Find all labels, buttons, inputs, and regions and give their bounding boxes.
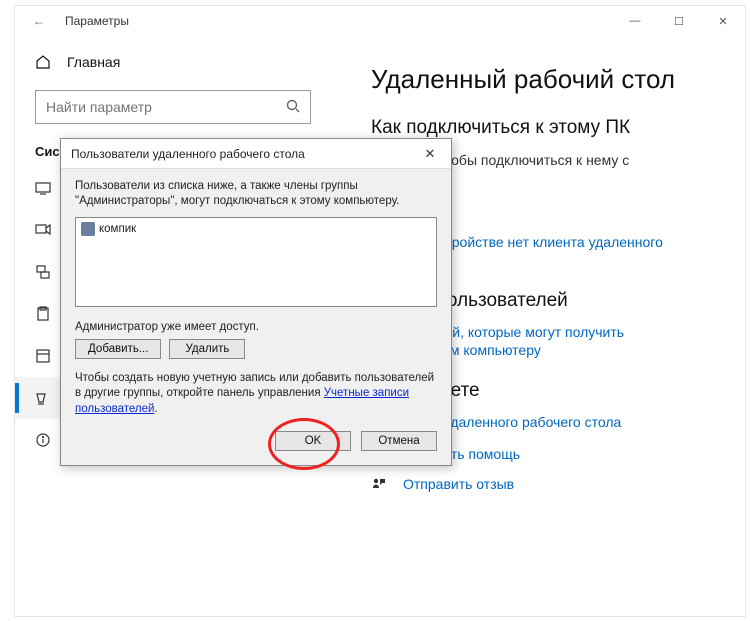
admin-note: Администратор уже имеет доступ. <box>75 321 437 333</box>
remove-button[interactable]: Удалить <box>169 339 245 359</box>
dialog-overlay: Пользователи удаленного рабочего стола ✕… <box>0 0 750 621</box>
dialog-body: Пользователи из списка ниже, а также чле… <box>61 169 451 431</box>
remote-users-dialog: Пользователи удаленного рабочего стола ✕… <box>60 138 452 466</box>
list-item[interactable]: компик <box>79 221 433 237</box>
dialog-close-button[interactable]: ✕ <box>417 144 443 164</box>
user-icon <box>81 222 95 236</box>
ok-button[interactable]: OK <box>275 431 351 451</box>
dialog-title: Пользователи удаленного рабочего стола <box>71 147 305 161</box>
create-account-note: Чтобы создать новую учетную запись или д… <box>75 371 437 418</box>
cancel-button[interactable]: Отмена <box>361 431 437 451</box>
user-name: компик <box>99 223 136 235</box>
dialog-description: Пользователи из списка ниже, а также чле… <box>75 179 437 209</box>
add-button[interactable]: Добавить... <box>75 339 161 359</box>
dialog-titlebar: Пользователи удаленного рабочего стола ✕ <box>61 139 451 169</box>
dialog-footer: OK Отмена <box>61 431 451 465</box>
user-listbox[interactable]: компик <box>75 217 437 307</box>
